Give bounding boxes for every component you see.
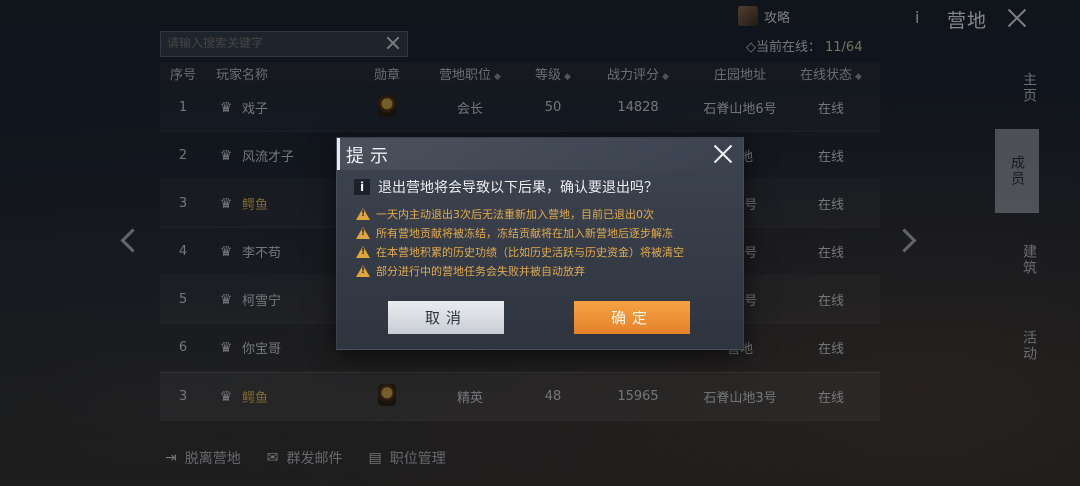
dialog-close-icon[interactable]: [711, 142, 735, 166]
dialog-header: 提示: [337, 138, 743, 170]
warning-icon: [356, 264, 370, 277]
warning-icon: [356, 226, 370, 239]
warning-icon: [356, 245, 370, 258]
dialog-question: i 退出营地将会导致以下后果，确认要退出吗？: [354, 177, 658, 197]
warning-text: 一天内主动退出3次后无法重新加入营地，目前已退出0次: [376, 207, 654, 221]
warning-item: 在本营地积累的历史功绩（比如历史活跃与历史资金）将被清空: [356, 242, 684, 261]
cancel-button[interactable]: 取消: [388, 301, 504, 334]
warning-item: 一天内主动退出3次后无法重新加入营地，目前已退出0次: [356, 204, 684, 223]
warning-text: 部分进行中的营地任务会失败并被自动放弃: [376, 264, 585, 278]
warning-list: 一天内主动退出3次后无法重新加入营地，目前已退出0次 所有营地贡献将被冻结，冻结…: [356, 204, 684, 280]
warning-item: 所有营地贡献将被冻结，冻结贡献将在加入新营地后逐步解冻: [356, 223, 684, 242]
warning-item: 部分进行中的营地任务会失败并被自动放弃: [356, 261, 684, 280]
confirm-button[interactable]: 确定: [574, 301, 690, 334]
question-text: 退出营地将会导致以下后果，确认要退出吗？: [378, 180, 658, 196]
warning-text: 在本营地积累的历史功绩（比如历史活跃与历史资金）将被清空: [376, 245, 684, 259]
confirm-dialog: 提示 i 退出营地将会导致以下后果，确认要退出吗？ 一天内主动退出3次后无法重新…: [336, 137, 744, 350]
info-icon: i: [354, 179, 370, 195]
warning-text: 所有营地贡献将被冻结，冻结贡献将在加入新营地后逐步解冻: [376, 226, 673, 240]
dialog-title: 提示: [346, 146, 394, 167]
warning-icon: [356, 207, 370, 220]
